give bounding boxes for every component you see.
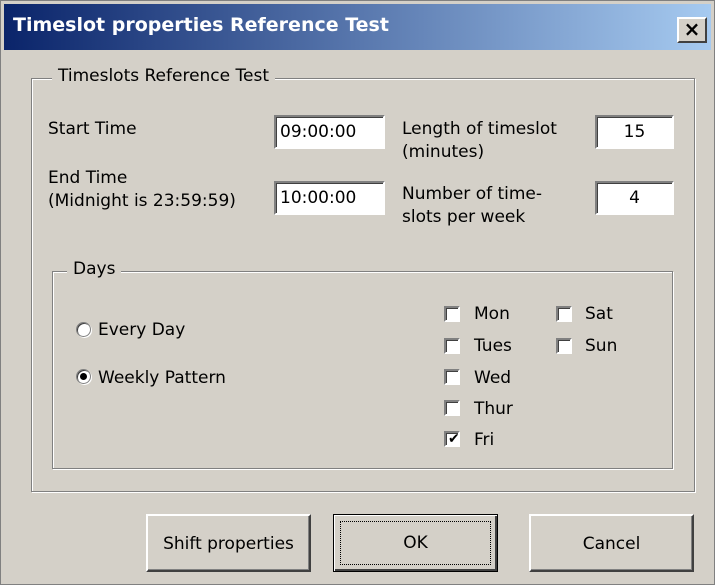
sun-checkbox[interactable] xyxy=(556,338,572,354)
cancel-label: Cancel xyxy=(582,534,641,554)
number-input[interactable]: 4 xyxy=(595,181,674,215)
end-time-input[interactable]: 10:00:00 xyxy=(274,181,385,215)
ok-button[interactable]: OK xyxy=(333,514,498,572)
sun-label[interactable]: Sun xyxy=(585,335,617,357)
mon-checkbox[interactable] xyxy=(444,306,460,322)
weekly-pattern-label[interactable]: Weekly Pattern xyxy=(98,367,226,389)
end-time-label: End Time xyxy=(48,168,128,188)
weekly-pattern-radio[interactable] xyxy=(76,369,91,384)
length-input[interactable]: 15 xyxy=(595,115,674,149)
number-label-line2: slots per week xyxy=(402,207,526,227)
wed-checkbox[interactable] xyxy=(444,369,460,385)
dialog-window: Timeslot properties Reference Test × Tim… xyxy=(0,0,715,585)
wed-label[interactable]: Wed xyxy=(474,367,511,389)
start-time-input[interactable]: 09:00:00 xyxy=(274,115,385,149)
number-label: Number of time- xyxy=(402,184,543,204)
radio-selected-icon xyxy=(80,373,87,380)
group-legend: Timeslots Reference Test xyxy=(52,66,275,86)
close-icon: × xyxy=(683,17,701,41)
length-label: Length of timeslot xyxy=(402,119,557,139)
fri-checkbox[interactable]: ✔ xyxy=(444,431,460,447)
thur-label[interactable]: Thur xyxy=(474,398,513,420)
start-time-label: Start Time xyxy=(48,119,137,139)
sat-checkbox[interactable] xyxy=(556,306,572,322)
window-title: Timeslot properties Reference Test xyxy=(13,14,389,36)
mon-label[interactable]: Mon xyxy=(474,303,510,325)
tues-label[interactable]: Tues xyxy=(474,335,512,357)
check-mark-icon: ✔ xyxy=(448,431,460,447)
shift-properties-label: Shift properties xyxy=(163,534,294,554)
shift-properties-button[interactable]: Shift properties xyxy=(146,514,311,572)
every-day-radio[interactable] xyxy=(76,322,91,337)
close-button[interactable]: × xyxy=(677,17,707,43)
length-unit-label: (minutes) xyxy=(402,142,485,162)
focus-rect xyxy=(340,521,491,565)
days-legend: Days xyxy=(67,259,122,279)
thur-checkbox[interactable] xyxy=(444,400,460,416)
sat-label[interactable]: Sat xyxy=(585,303,613,325)
every-day-label[interactable]: Every Day xyxy=(98,319,185,341)
fri-label[interactable]: Fri xyxy=(474,429,494,451)
cancel-button[interactable]: Cancel xyxy=(529,514,694,572)
title-bar[interactable]: Timeslot properties Reference Test × xyxy=(4,4,711,50)
end-time-hint: (Midnight is 23:59:59) xyxy=(48,191,236,211)
tues-checkbox[interactable] xyxy=(444,338,460,354)
